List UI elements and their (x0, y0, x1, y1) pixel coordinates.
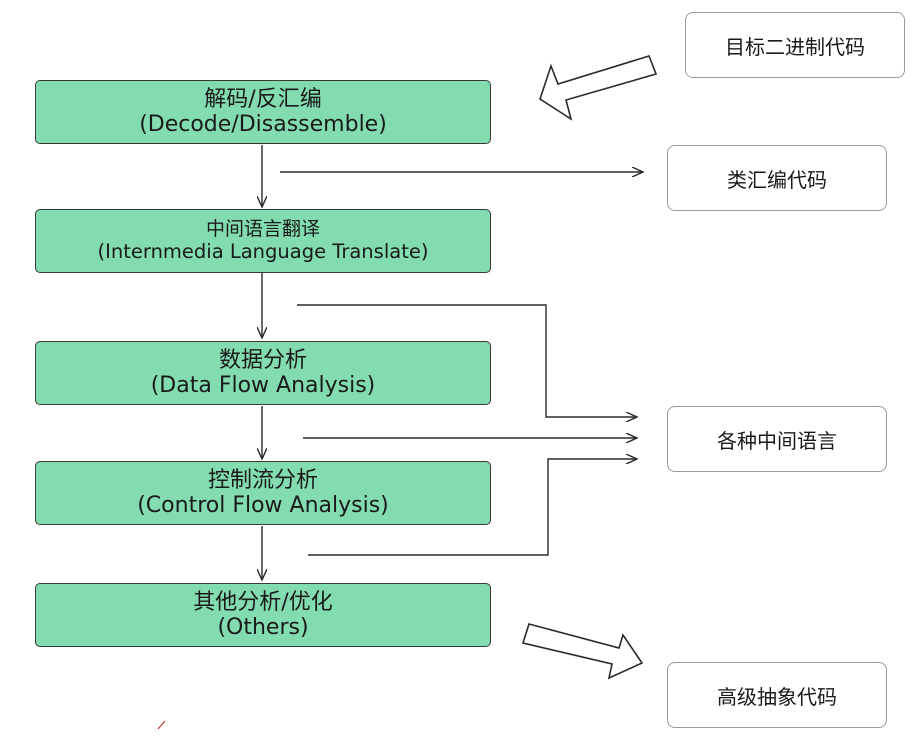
stage-others-en: (Others) (217, 615, 309, 640)
stage-decode-en: (Decode/Disassemble) (139, 112, 387, 137)
stage-decode-zh: 解码/反汇编 (204, 86, 322, 112)
stage-data-flow-en: (Data Flow Analysis) (150, 373, 376, 398)
stage-control-flow-en: (Control Flow Analysis) (137, 493, 389, 518)
stage-others-zh: 其他分析/优化 (193, 589, 333, 615)
stage-data-flow-zh: 数据分析 (218, 347, 307, 373)
diagram: 解码/反汇编 (Decode/Disassemble) 中间语言翻译 (Inte… (0, 0, 911, 747)
stage-il-translate-en: (Internmedia Language Translate) (97, 239, 429, 263)
high-level-code-box: 高级抽象代码 (667, 662, 887, 728)
stage-il-translate-zh: 中间语言翻译 (205, 217, 320, 240)
stage-il-translate: 中间语言翻译 (Internmedia Language Translate) (35, 209, 491, 273)
stage-control-flow-zh: 控制流分析 (207, 467, 318, 493)
input-block-arrow (539, 55, 658, 121)
stage-others: 其他分析/优化 (Others) (35, 583, 491, 647)
stage-decode: 解码/反汇编 (Decode/Disassemble) (35, 80, 491, 144)
stage-control-flow: 控制流分析 (Control Flow Analysis) (35, 461, 491, 525)
pen-mark (157, 720, 166, 730)
output-block-arrow (521, 623, 644, 680)
stage-data-flow: 数据分析 (Data Flow Analysis) (35, 341, 491, 405)
intermediate-languages-box: 各种中间语言 (667, 406, 887, 472)
asm-like-code-box: 类汇编代码 (667, 145, 887, 211)
binary-code-box: 目标二进制代码 (685, 12, 905, 78)
